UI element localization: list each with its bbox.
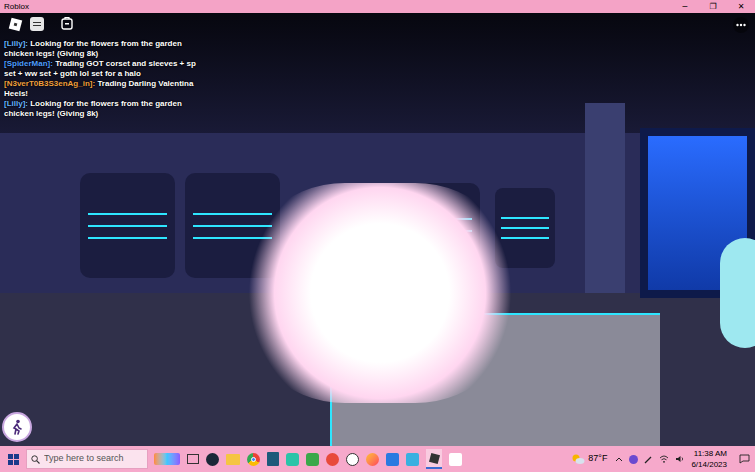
clock-time: 11:38 AM bbox=[694, 448, 727, 459]
app-icon[interactable] bbox=[346, 453, 359, 466]
chat-message: [SpiderMan]: Trading GOT corset and slee… bbox=[4, 59, 204, 79]
tray-app-icon[interactable] bbox=[629, 455, 638, 464]
weather-widget[interactable]: 87°F bbox=[571, 452, 615, 466]
close-button[interactable]: ✕ bbox=[727, 0, 755, 13]
minimize-button[interactable]: ─ bbox=[671, 0, 699, 13]
search-input[interactable] bbox=[44, 452, 143, 466]
running-figure-icon bbox=[9, 419, 25, 435]
volume-icon[interactable] bbox=[675, 455, 685, 463]
taskbar: 87°F 11:38 AM 6/14/2023 bbox=[0, 446, 755, 472]
start-button[interactable] bbox=[0, 446, 26, 472]
backpack-icon bbox=[61, 16, 73, 30]
app-icon[interactable] bbox=[449, 453, 462, 466]
chat-username[interactable]: [Lilly]: bbox=[4, 39, 28, 48]
widgets-icon[interactable] bbox=[154, 453, 180, 465]
app-icon[interactable] bbox=[406, 453, 419, 466]
wifi-icon[interactable] bbox=[659, 455, 669, 463]
windows-logo-icon bbox=[8, 454, 19, 465]
search-box[interactable] bbox=[26, 449, 148, 469]
title-bar: Roblox ─❐✕ bbox=[0, 0, 755, 13]
chat-text: Looking for the flowers from the garden … bbox=[4, 39, 182, 58]
system-tray bbox=[615, 455, 691, 464]
tray-chevron-icon[interactable] bbox=[615, 456, 623, 462]
taskbar-apps bbox=[148, 449, 462, 469]
more-icon bbox=[736, 23, 746, 27]
chat-log: [Lilly]: Looking for the flowers from th… bbox=[4, 39, 204, 119]
roblox-logo-icon bbox=[8, 17, 21, 30]
more-menu-button[interactable] bbox=[733, 17, 749, 33]
chat-icon bbox=[33, 22, 41, 23]
app-icon[interactable] bbox=[286, 453, 299, 466]
clock-date: 6/14/2023 bbox=[691, 459, 727, 470]
pink-balloon bbox=[720, 238, 755, 348]
chat-username[interactable]: [N3verT0B3S3enAg_in]: bbox=[4, 79, 95, 88]
weather-temperature: 87°F bbox=[588, 452, 607, 466]
chat-message: [N3verT0B3S3enAg_in]: Trading Darling Va… bbox=[4, 79, 204, 99]
app-icon[interactable] bbox=[386, 453, 399, 466]
backpack-button[interactable] bbox=[60, 15, 74, 31]
weather-sun-icon bbox=[571, 453, 585, 465]
chat-username[interactable]: [Lilly]: bbox=[4, 99, 28, 108]
firefox-icon[interactable] bbox=[366, 453, 379, 466]
chrome-icon[interactable] bbox=[247, 453, 260, 466]
glowing-avatar bbox=[235, 183, 525, 403]
window-title: Roblox bbox=[4, 3, 29, 11]
notifications-button[interactable] bbox=[733, 446, 755, 472]
app-icon[interactable] bbox=[306, 453, 319, 466]
chat-toggle-button[interactable] bbox=[30, 17, 44, 31]
chat-message: [Lilly]: Looking for the flowers from th… bbox=[4, 99, 204, 119]
pillar bbox=[585, 103, 625, 303]
roblox-menu-button[interactable] bbox=[8, 17, 22, 31]
steam-icon[interactable] bbox=[206, 453, 219, 466]
app-icon[interactable] bbox=[326, 453, 339, 466]
task-view-icon[interactable] bbox=[187, 454, 199, 464]
window-controls: ─❐✕ bbox=[671, 0, 755, 13]
file-explorer-icon[interactable] bbox=[226, 454, 240, 465]
pen-icon[interactable] bbox=[644, 455, 653, 464]
notification-icon bbox=[739, 454, 750, 464]
maximize-button[interactable]: ❐ bbox=[699, 0, 727, 13]
search-icon bbox=[31, 455, 40, 464]
app-icon[interactable] bbox=[267, 452, 279, 466]
wall-door bbox=[80, 173, 175, 278]
emote-button[interactable] bbox=[2, 412, 32, 442]
chat-message: [Lilly]: Looking for the flowers from th… bbox=[4, 39, 204, 59]
chat-text: Looking for the flowers from the garden … bbox=[4, 99, 182, 118]
roblox-taskbar-icon[interactable] bbox=[426, 449, 442, 469]
clock[interactable]: 11:38 AM 6/14/2023 bbox=[691, 448, 733, 470]
game-viewport[interactable]: [Lilly]: Looking for the flowers from th… bbox=[0, 13, 755, 446]
chat-username[interactable]: [SpiderMan]: bbox=[4, 59, 53, 68]
